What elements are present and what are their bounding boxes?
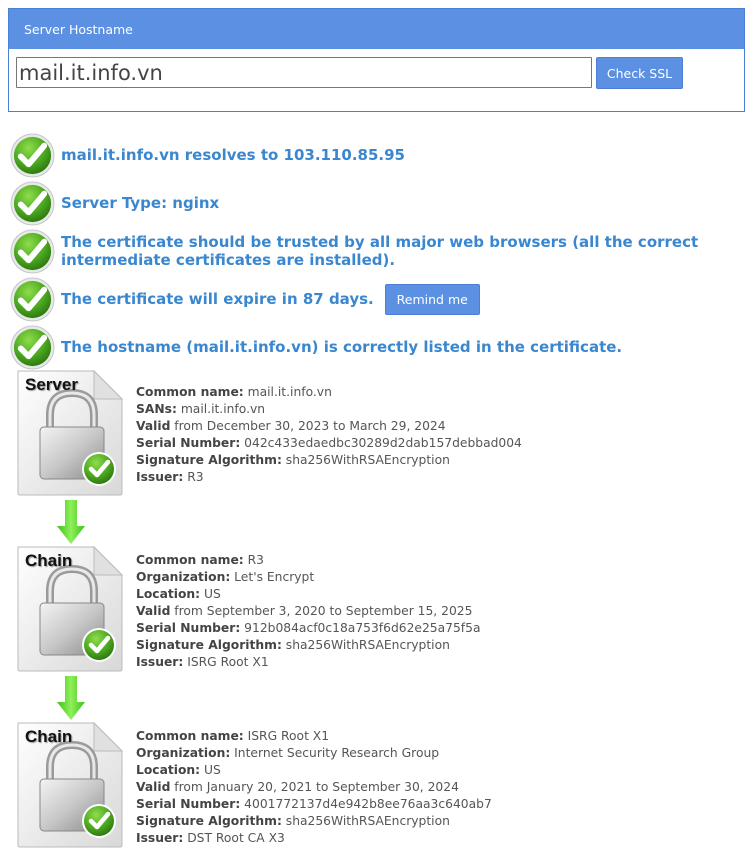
result-item: The certificate should be trusted by all… <box>10 228 751 274</box>
check-circle-icon <box>10 133 55 178</box>
check-circle-icon <box>10 325 55 370</box>
result-text: The certificate should be trusted by all… <box>61 233 699 269</box>
cert-field: Serial Number: 042c433edaedbc30289d2dab1… <box>136 436 522 450</box>
result-text: Server Type: nginx <box>61 194 220 212</box>
cert-field: Issuer: R3 <box>136 470 204 484</box>
cert-field: Valid from September 3, 2020 to Septembe… <box>136 604 473 618</box>
cert-field: Serial Number: 4001772137d4e942b8ee76aa3… <box>136 797 492 811</box>
result-text: mail.it.info.vn resolves to 103.110.85.9… <box>61 146 405 164</box>
cert-badge-label: Chain <box>25 727 73 746</box>
cert-field: Issuer: DST Root CA X3 <box>136 831 285 845</box>
cert-field: Valid from December 30, 2023 to March 29… <box>136 419 446 433</box>
check-circle-icon <box>10 277 55 322</box>
arrow-down-icon <box>57 500 85 544</box>
cert-field: Signature Algorithm: sha256WithRSAEncryp… <box>136 638 450 652</box>
cert-field: Signature Algorithm: sha256WithRSAEncryp… <box>136 814 450 828</box>
chain-certificate-icon: Chain <box>16 545 124 673</box>
cert-field: Organization: Internet Security Research… <box>136 746 440 760</box>
cert-field: Location: US <box>136 763 221 777</box>
certificate-details: Common name: mail.it.info.vn SANs: mail.… <box>136 384 522 486</box>
result-item: mail.it.info.vn resolves to 103.110.85.9… <box>10 132 405 178</box>
check-circle-icon <box>10 181 55 226</box>
chain-certificate-icon: Chain <box>16 721 124 849</box>
cert-field: SANs: mail.it.info.vn <box>136 402 266 416</box>
result-item: The hostname (mail.it.info.vn) is correc… <box>10 324 622 370</box>
certificate-details: Common name: ISRG Root X1 Organization: … <box>136 728 492 847</box>
cert-field: Location: US <box>136 587 221 601</box>
cert-field: Common name: ISRG Root X1 <box>136 729 330 743</box>
cert-field: Common name: mail.it.info.vn <box>136 385 332 399</box>
panel-title: Server Hostname <box>9 9 744 49</box>
cert-field: Issuer: ISRG Root X1 <box>136 655 269 669</box>
cert-field: Valid from January 20, 2021 to September… <box>136 780 459 794</box>
cert-badge-label: Server <box>25 375 78 394</box>
result-text: The hostname (mail.it.info.vn) is correc… <box>61 338 623 356</box>
remind-me-button[interactable]: Remind me <box>384 283 480 315</box>
cert-badge-label: Chain <box>25 551 73 570</box>
arrow-down-icon <box>57 676 85 720</box>
result-item: Server Type: nginx <box>10 180 219 226</box>
check-circle-icon <box>10 229 55 274</box>
result-item: The certificate will expire in 87 days. … <box>10 276 480 322</box>
result-text: The certificate will expire in 87 days. <box>61 290 374 308</box>
hostname-input[interactable] <box>16 57 592 88</box>
check-ssl-button[interactable]: Check SSL <box>596 57 683 89</box>
cert-field: Serial Number: 912b084acf0c18a753f6d62e2… <box>136 621 481 635</box>
certificate-details: Common name: R3 Organization: Let's Encr… <box>136 552 480 671</box>
server-certificate-icon: Server <box>16 369 124 497</box>
cert-field: Organization: Let's Encrypt <box>136 570 315 584</box>
cert-field: Signature Algorithm: sha256WithRSAEncryp… <box>136 453 450 467</box>
cert-field: Common name: R3 <box>136 553 264 567</box>
